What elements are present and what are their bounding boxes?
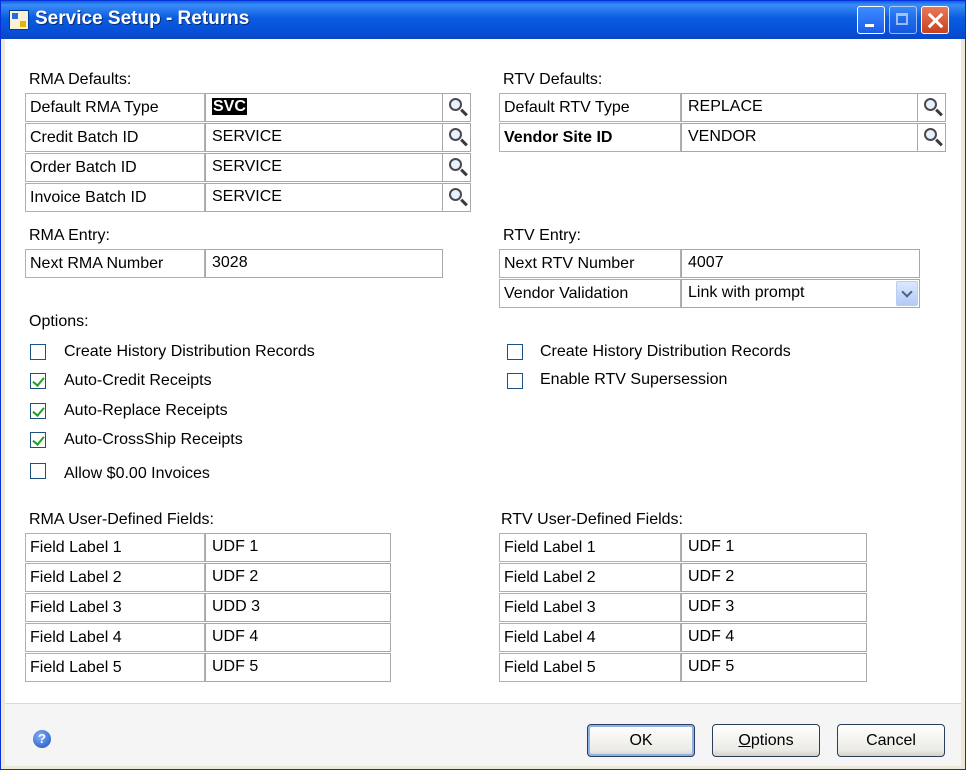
auto-replace-receipts-label: Auto-Replace Receipts bbox=[64, 402, 228, 419]
options-button-label: ptions bbox=[750, 732, 794, 749]
rma-entry-heading: RMA Entry: bbox=[29, 227, 110, 244]
credit-batch-id-lookup-button[interactable] bbox=[442, 123, 471, 152]
enable-rtv-supersession-checkbox[interactable] bbox=[507, 373, 523, 389]
invoice-batch-id-label: Invoice Batch ID bbox=[25, 183, 205, 212]
magnifier-handle bbox=[460, 138, 468, 147]
rma-udf-heading: RMA User-Defined Fields: bbox=[29, 511, 214, 528]
default-rma-type-label: Default RMA Type bbox=[25, 93, 205, 122]
vendor-validation-select[interactable]: Link with prompt bbox=[681, 279, 920, 308]
rma-udf-field-4[interactable]: UDF 4 bbox=[205, 623, 391, 652]
rtv-udf-field-3[interactable]: UDF 3 bbox=[681, 593, 867, 622]
rma-defaults-heading: RMA Defaults: bbox=[29, 71, 132, 88]
auto-credit-receipts-label: Auto-Credit Receipts bbox=[64, 372, 212, 389]
next-rma-number-field[interactable]: 3028 bbox=[205, 249, 443, 278]
rma-udf-label-4: Field Label 4 bbox=[25, 623, 205, 652]
rtv-udf-label-2: Field Label 2 bbox=[499, 563, 681, 592]
cancel-button[interactable]: Cancel bbox=[837, 724, 945, 757]
options-heading: Options: bbox=[29, 313, 89, 330]
rma-udf-field-5[interactable]: UDF 5 bbox=[205, 653, 391, 682]
magnifier-handle bbox=[460, 108, 468, 117]
rtv-udf-field-4[interactable]: UDF 4 bbox=[681, 623, 867, 652]
rtv-udf-field-1[interactable]: UDF 1 bbox=[681, 533, 867, 562]
rtv-create-history-label: Create History Distribution Records bbox=[540, 343, 791, 360]
auto-credit-receipts-checkbox[interactable] bbox=[30, 373, 46, 389]
rtv-udf-label-4: Field Label 4 bbox=[499, 623, 681, 652]
next-rma-number-label: Next RMA Number bbox=[25, 249, 205, 278]
rtv-udf-field-2[interactable]: UDF 2 bbox=[681, 563, 867, 592]
rma-udf-label-1: Field Label 1 bbox=[25, 533, 205, 562]
default-rtv-type-label: Default RTV Type bbox=[499, 93, 681, 122]
rtv-udf-label-1: Field Label 1 bbox=[499, 533, 681, 562]
rma-udf-field-3[interactable]: UDD 3 bbox=[205, 593, 391, 622]
auto-replace-receipts-checkbox[interactable] bbox=[30, 403, 46, 419]
close-button[interactable] bbox=[921, 6, 949, 34]
default-rma-type-lookup-button[interactable] bbox=[442, 93, 471, 122]
default-rma-type-field[interactable]: SVC bbox=[205, 93, 443, 122]
dialog-body: RMA Defaults: Default RMA Type SVC Credi… bbox=[5, 39, 961, 766]
rtv-defaults-heading: RTV Defaults: bbox=[503, 71, 603, 88]
default-rtv-type-lookup-button[interactable] bbox=[917, 93, 946, 122]
default-rtv-type-field[interactable]: REPLACE bbox=[681, 93, 918, 122]
vendor-validation-label: Vendor Validation bbox=[499, 279, 681, 308]
allow-zero-invoices-checkbox[interactable] bbox=[30, 463, 46, 479]
ok-button[interactable]: OK bbox=[587, 724, 695, 757]
order-batch-id-label: Order Batch ID bbox=[25, 153, 205, 182]
vendor-site-id-lookup-button[interactable] bbox=[917, 123, 946, 152]
credit-batch-id-label: Credit Batch ID bbox=[25, 123, 205, 152]
checkmark-icon bbox=[32, 374, 45, 387]
vendor-validation-dropdown-button[interactable] bbox=[896, 281, 918, 306]
rma-udf-label-3: Field Label 3 bbox=[25, 593, 205, 622]
checkmark-icon bbox=[32, 404, 45, 417]
rma-create-history-checkbox[interactable] bbox=[30, 344, 46, 360]
magnifier-handle bbox=[935, 108, 943, 117]
rtv-udf-label-5: Field Label 5 bbox=[499, 653, 681, 682]
vendor-site-id-field[interactable]: VENDOR bbox=[681, 123, 918, 152]
rtv-entry-heading: RTV Entry: bbox=[503, 227, 581, 244]
rma-create-history-label: Create History Distribution Records bbox=[64, 343, 315, 360]
vendor-validation-value: Link with prompt bbox=[688, 284, 805, 301]
options-button-mnemonic: O bbox=[738, 732, 751, 749]
rtv-create-history-checkbox[interactable] bbox=[507, 344, 523, 360]
invoice-batch-id-lookup-button[interactable] bbox=[442, 183, 471, 212]
magnifier-handle bbox=[460, 168, 468, 177]
rma-udf-field-2[interactable]: UDF 2 bbox=[205, 563, 391, 592]
vendor-site-id-label: Vendor Site ID bbox=[499, 123, 681, 152]
app-window-icon bbox=[9, 10, 29, 30]
maximize-button bbox=[889, 6, 917, 34]
next-rtv-number-field[interactable]: 4007 bbox=[681, 249, 920, 278]
enable-rtv-supersession-label: Enable RTV Supersession bbox=[540, 371, 728, 388]
rtv-udf-label-3: Field Label 3 bbox=[499, 593, 681, 622]
credit-batch-id-field[interactable]: SERVICE bbox=[205, 123, 443, 152]
service-setup-returns-window: Service Setup - Returns RMA Defaults: De… bbox=[0, 0, 966, 770]
window-title: Service Setup - Returns bbox=[35, 8, 250, 29]
allow-zero-invoices-label: Allow $0.00 Invoices bbox=[64, 465, 210, 482]
help-icon[interactable]: ? bbox=[33, 730, 51, 748]
options-button[interactable]: Options bbox=[712, 724, 820, 757]
order-batch-id-lookup-button[interactable] bbox=[442, 153, 471, 182]
rma-udf-label-2: Field Label 2 bbox=[25, 563, 205, 592]
next-rtv-number-label: Next RTV Number bbox=[499, 249, 681, 278]
rma-udf-field-1[interactable]: UDF 1 bbox=[205, 533, 391, 562]
title-bar[interactable]: Service Setup - Returns bbox=[1, 1, 965, 39]
magnifier-handle bbox=[935, 138, 943, 147]
minimize-button[interactable] bbox=[857, 6, 885, 34]
auto-crossship-receipts-checkbox[interactable] bbox=[30, 432, 46, 448]
order-batch-id-field[interactable]: SERVICE bbox=[205, 153, 443, 182]
invoice-batch-id-field[interactable]: SERVICE bbox=[205, 183, 443, 212]
button-bar: ? OK Options Cancel bbox=[5, 703, 961, 766]
default-rma-type-value: SVC bbox=[212, 98, 247, 115]
checkmark-icon bbox=[32, 433, 45, 446]
magnifier-handle bbox=[460, 198, 468, 207]
rma-udf-label-5: Field Label 5 bbox=[25, 653, 205, 682]
auto-crossship-receipts-label: Auto-CrossShip Receipts bbox=[64, 431, 243, 448]
rtv-udf-field-5[interactable]: UDF 5 bbox=[681, 653, 867, 682]
chevron-down-icon bbox=[901, 286, 913, 298]
rtv-udf-heading: RTV User-Defined Fields: bbox=[501, 511, 683, 528]
